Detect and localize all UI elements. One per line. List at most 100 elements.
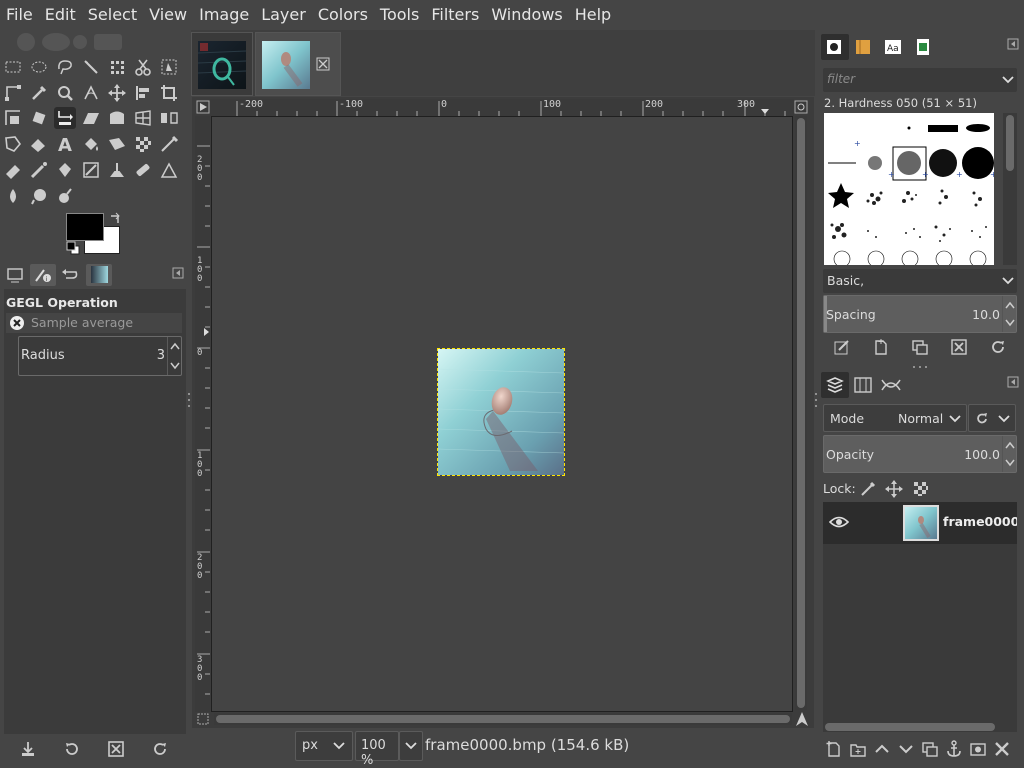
menu-edit[interactable]: Edit [39,0,82,30]
zoom-dropdown[interactable] [399,731,423,761]
mask-icon[interactable] [969,740,987,758]
rect-select-icon[interactable] [3,57,23,77]
spin-arrows-icon[interactable] [167,337,181,375]
brush-scroll-thumb[interactable] [1006,115,1014,171]
brush-tag-field[interactable]: Basic, [823,269,1017,293]
menu-image[interactable]: Image [193,0,255,30]
hscroll-thumb[interactable] [216,715,790,723]
lock-position-icon[interactable] [885,480,903,498]
layer-mode-select[interactable]: Mode Normal [823,404,967,432]
menu-filters[interactable]: Filters [425,0,485,30]
layers-tab-icon[interactable] [821,372,849,398]
quick-mask-corner-icon[interactable] [196,100,210,114]
restore-options-icon[interactable] [63,740,81,758]
delete-layer-icon[interactable] [993,740,1011,758]
flip-icon[interactable] [159,108,179,128]
pattern-icon[interactable] [133,134,153,154]
quick-mask-toggle-icon[interactable] [197,713,209,725]
fill-icon[interactable] [81,134,101,154]
refresh-brushes-icon[interactable] [989,338,1007,356]
lock-alpha-icon[interactable] [912,480,930,498]
spin-arrows-icon[interactable] [1002,296,1016,332]
crop-icon[interactable] [159,83,179,103]
scissors-icon[interactable] [133,57,153,77]
image-content[interactable] [437,348,565,476]
navigate-icon[interactable] [794,711,810,727]
lower-layer-icon[interactable] [897,740,915,758]
brush-filter-field[interactable]: filter [823,68,1017,92]
paths-icon[interactable] [3,83,23,103]
device-status-tab-icon[interactable]: i [30,264,56,286]
free-select-icon[interactable] [55,57,75,77]
vertical-ruler[interactable]: 2 0 0 1 0 0 0 1 0 0 2 0 0 3 0 0 [195,116,210,712]
lock-pixels-icon[interactable] [859,480,877,498]
layer-row[interactable]: frame0000.b [823,502,1017,544]
zoom-corner-icon[interactable] [794,100,808,114]
shear-icon[interactable] [81,108,101,128]
menu-layer[interactable]: Layer [255,0,312,30]
new-layer-icon[interactable] [825,740,843,758]
vscroll-thumb[interactable] [797,118,805,708]
save-options-icon[interactable] [19,740,37,758]
image-tab-2[interactable] [255,32,341,96]
color-picker-icon[interactable] [29,83,49,103]
perspective-clone-icon[interactable] [159,160,179,180]
reset-options-icon[interactable] [151,740,169,758]
images-tab-icon[interactable] [86,264,112,286]
chain-icon[interactable] [859,515,873,529]
layer-hscroll-thumb[interactable] [825,723,995,731]
unified-transform-icon[interactable] [3,108,23,128]
radius-spinner[interactable]: Radius 3 [18,336,182,376]
delete-brush-icon[interactable] [950,338,968,356]
vertical-scrollbar[interactable] [795,116,807,710]
blur-icon[interactable] [3,186,23,206]
foreground-color[interactable] [66,213,104,241]
chevron-down-icon[interactable] [1001,74,1015,86]
radius-value[interactable]: 3 [157,348,165,363]
new-layer-group-icon[interactable] [849,740,867,758]
undo-history-tab-icon[interactable] [58,264,84,286]
fuzzy-select-icon[interactable] [81,57,101,77]
left-splitter[interactable] [187,390,191,410]
anchor-icon[interactable] [945,740,963,758]
brush-grid[interactable]: + + + + + [824,113,994,265]
edit-brush-icon[interactable] [833,338,851,356]
menu-windows[interactable]: Windows [485,0,568,30]
text-icon[interactable]: A [55,134,75,154]
menu-file[interactable]: File [0,0,39,30]
menu-select[interactable]: Select [82,0,143,30]
paintbrush-icon[interactable] [159,134,179,154]
raise-layer-icon[interactable] [873,740,891,758]
rotate-icon[interactable] [29,108,49,128]
brushes-tab-icon[interactable] [821,34,849,60]
gradient-icon[interactable] [107,134,127,154]
color-select-icon[interactable] [107,57,127,77]
duplicate-brush-icon[interactable] [911,338,929,356]
layer-name[interactable]: frame0000.b [943,514,1017,529]
menu-tools[interactable]: Tools [374,0,425,30]
horizontal-ruler[interactable]: -200 -100 0 100 200 300 [210,99,794,116]
menu-view[interactable]: View [143,0,193,30]
unit-select[interactable]: px [295,731,353,761]
image-tab-1[interactable] [191,32,253,96]
spin-arrows-icon[interactable] [1002,436,1016,472]
zoom-icon[interactable] [55,83,75,103]
dock-splitter[interactable] [909,364,931,370]
horizontal-scrollbar[interactable] [214,713,792,725]
fonts-tab-icon[interactable]: Aa [879,34,907,60]
operation-row[interactable]: Sample average [6,313,182,333]
layer-hscrollbar[interactable] [823,722,1017,732]
menu-colors[interactable]: Colors [312,0,374,30]
chevron-down-icon[interactable] [1001,275,1015,287]
eraser-icon[interactable] [3,160,23,180]
clone-icon[interactable] [107,160,127,180]
close-operation-icon[interactable] [10,316,24,330]
swap-colors-icon[interactable] [108,212,122,226]
configure-tab-icon[interactable] [172,267,184,279]
mypaint-icon[interactable] [81,160,101,180]
close-tab-icon[interactable] [316,57,330,71]
gegl-operation-icon[interactable] [54,107,76,129]
measure-icon[interactable] [81,83,101,103]
delete-options-icon[interactable] [107,740,125,758]
smudge-icon[interactable] [29,186,49,206]
